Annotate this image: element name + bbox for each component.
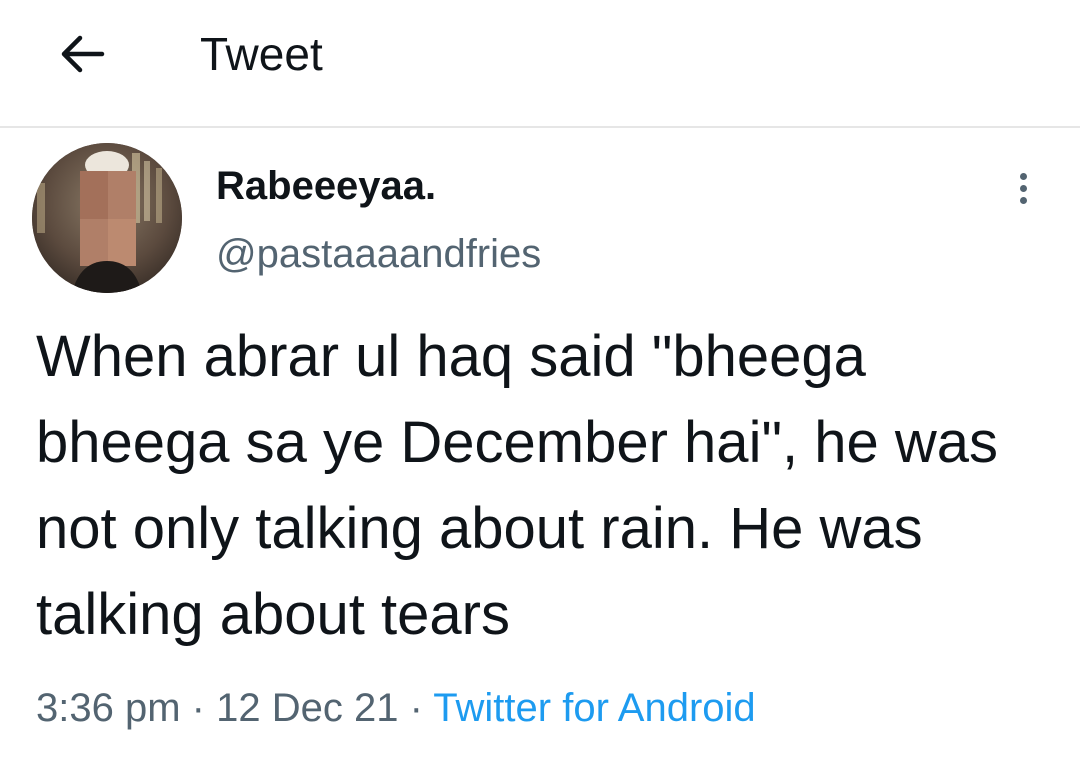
avatar-image [32,143,182,293]
user-handle[interactable]: @pastaaaandfries [216,230,541,278]
tweet-metadata: 3:36 pm · 12 Dec 21 · Twitter for Androi… [36,684,756,732]
tweet-text: When abrar ul haq said "bheega bheega sa… [36,324,999,647]
display-name[interactable]: Rabeeeyaa. [216,162,436,210]
tweet-source-link[interactable]: Twitter for Android [433,686,755,730]
arrow-left-icon [61,35,105,73]
more-options-button[interactable] [1000,160,1046,216]
tweet-date: 12 Dec 21 [216,686,399,730]
back-button[interactable] [44,22,120,86]
more-vertical-icon-dot [1019,184,1027,192]
user-avatar[interactable] [32,143,182,293]
page-title: Tweet [200,28,323,80]
meta-separator: · [409,686,423,730]
tweet-time: 3:36 pm [36,686,181,730]
meta-separator: · [191,686,205,730]
top-app-bar: Tweet [0,0,1080,128]
more-vertical-icon [1019,172,1027,180]
more-vertical-icon-dot [1019,196,1027,204]
